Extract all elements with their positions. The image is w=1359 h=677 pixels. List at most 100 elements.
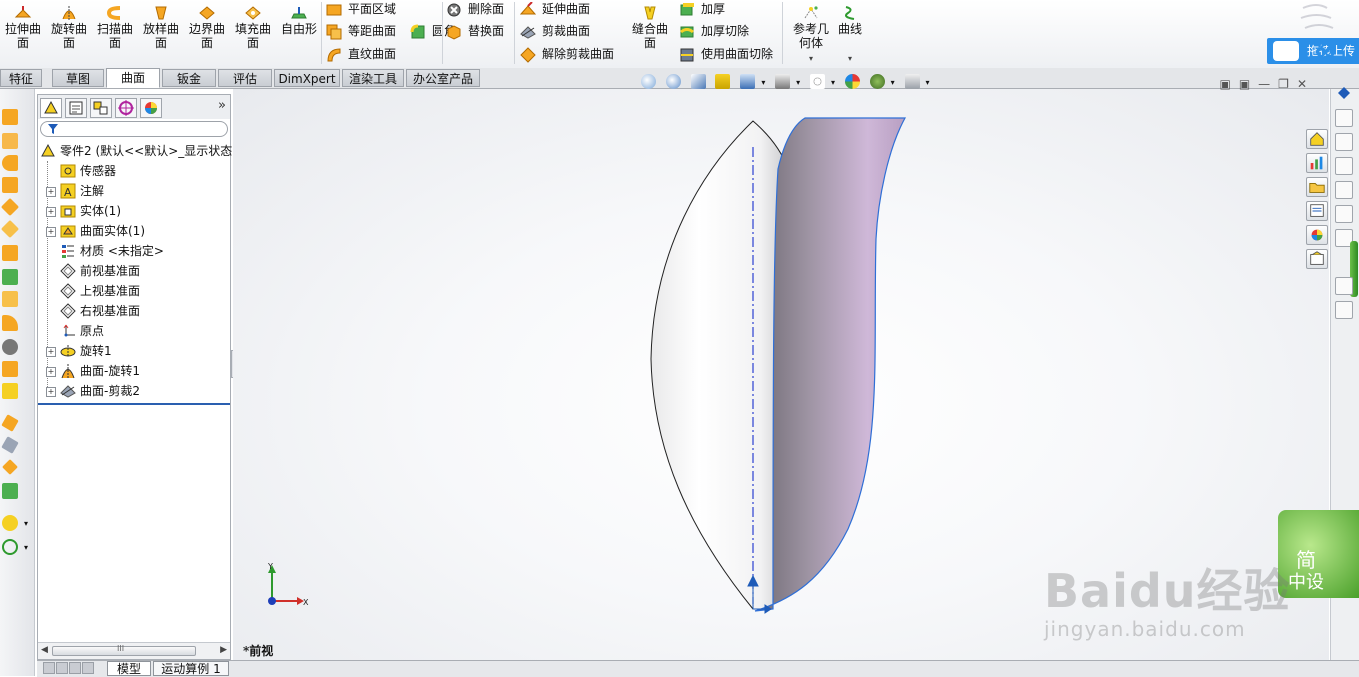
tree-item-revolve1[interactable]: + 旋转1 xyxy=(40,341,230,361)
feature-tree-filter-input[interactable] xyxy=(40,121,228,137)
trimmed-surface-purple[interactable] xyxy=(754,117,907,612)
revolved-surface-button[interactable]: 旋转曲 面 xyxy=(46,4,92,64)
zoom-to-area-icon[interactable] xyxy=(665,74,681,89)
thicken-icon[interactable] xyxy=(2,483,18,499)
tab-motion-study-1[interactable]: 运动算例 1 xyxy=(153,661,229,676)
knit-surface-button[interactable]: 缝合曲 面 xyxy=(628,4,672,64)
tree-item-top-plane[interactable]: 上视基准面 xyxy=(40,281,230,301)
delete-face-icon[interactable] xyxy=(2,339,18,355)
tab-sheet-metal[interactable]: 钣金 xyxy=(162,69,216,87)
expand-plus-icon[interactable]: + xyxy=(46,347,56,357)
expand-plus-icon[interactable]: + xyxy=(46,227,56,237)
previous-view-icon[interactable] xyxy=(690,74,706,89)
dropdown-arrow-icon[interactable]: ▾ xyxy=(24,543,28,552)
file-properties-icon[interactable] xyxy=(1306,201,1328,221)
knit-surface-icon[interactable] xyxy=(2,383,18,399)
scroll-left-icon[interactable]: ◀ xyxy=(41,645,48,655)
dropdown-arrow-icon[interactable]: ▾ xyxy=(926,78,930,87)
home-view-icon[interactable] xyxy=(1306,129,1328,149)
view-settings-icon[interactable] xyxy=(904,74,920,89)
filled-surface-button[interactable]: 填充曲 面 xyxy=(230,4,276,64)
revolved-surface-white[interactable] xyxy=(650,120,789,610)
tab-office-products[interactable]: 办公室产品 xyxy=(406,69,480,87)
rollback-bar[interactable] xyxy=(38,403,230,405)
dropdown-arrow-icon[interactable]: ▾ xyxy=(796,78,800,87)
trim-surface-icon[interactable] xyxy=(1,436,19,454)
cut-with-surface-button[interactable]: 使用曲面切除 xyxy=(679,44,773,64)
next-tab-icon[interactable] xyxy=(69,662,81,674)
prev-tab-icon[interactable] xyxy=(56,662,68,674)
thicken-button[interactable]: 加厚 xyxy=(679,0,725,19)
property-manager-tab[interactable] xyxy=(65,98,87,118)
swept-surface-button[interactable]: 扫描曲 面 xyxy=(92,4,138,64)
planar-surface-button[interactable]: 平面区域 xyxy=(326,0,396,19)
tree-item-surface-trim2[interactable]: + 曲面-剪裁2 xyxy=(40,381,230,401)
open-folder-icon[interactable] xyxy=(1306,177,1328,197)
view-orientation-icon[interactable] xyxy=(740,74,756,89)
custom-props-icon[interactable] xyxy=(1335,277,1353,295)
first-tab-icon[interactable] xyxy=(43,662,55,674)
tab-model[interactable]: 模型 xyxy=(107,661,151,676)
extruded-surface-button[interactable]: 拉伸曲 面 xyxy=(0,4,46,64)
thicken-cut-button[interactable]: 加厚切除 xyxy=(679,21,749,41)
hide-show-items-icon[interactable] xyxy=(810,74,825,89)
reference-geometry-icon[interactable] xyxy=(2,515,18,531)
tree-item-annotations[interactable]: + A 注解 xyxy=(40,181,230,201)
dropdown-arrow-icon[interactable]: ▾ xyxy=(24,519,28,528)
trim-surface-button[interactable]: 剪裁曲面 xyxy=(520,21,590,41)
revolved-surface-icon[interactable] xyxy=(2,133,18,149)
tree-item-sensors[interactable]: 传感器 xyxy=(40,161,230,181)
ruled-surface-button[interactable]: 直纹曲面 xyxy=(326,44,396,64)
tab-render-tools[interactable]: 渲染工具 xyxy=(342,69,404,87)
tree-item-origin[interactable]: 原点 xyxy=(40,321,230,341)
untrim-surface-button[interactable]: 解除剪裁曲面 xyxy=(520,44,614,64)
search-icon[interactable] xyxy=(1335,181,1353,199)
replace-face-icon[interactable] xyxy=(2,361,18,377)
section-view-icon[interactable] xyxy=(715,74,731,89)
dropdown-arrow-icon[interactable]: ▾ xyxy=(834,52,866,66)
design-library-icon[interactable] xyxy=(1335,133,1353,151)
expand-plus-icon[interactable]: + xyxy=(46,387,56,397)
swept-surface-icon[interactable] xyxy=(2,155,18,171)
pin-icon[interactable] xyxy=(1335,85,1353,103)
untrim-surface-icon[interactable] xyxy=(2,459,18,475)
curves-icon[interactable] xyxy=(2,539,18,555)
display-manager-tab[interactable] xyxy=(140,98,162,118)
lofted-surface-icon[interactable] xyxy=(2,177,18,193)
ruled-surface-icon[interactable] xyxy=(2,315,18,331)
apply-scene-icon[interactable] xyxy=(869,74,885,89)
tree-item-surface-revolve1[interactable]: + 曲面-旋转1 xyxy=(40,361,230,381)
view-palette-icon[interactable] xyxy=(1335,205,1353,223)
extend-surface-icon[interactable] xyxy=(1,414,19,432)
toolbox-icon[interactable] xyxy=(1335,109,1353,127)
replace-face-button[interactable]: 替换面 xyxy=(446,21,504,41)
last-tab-icon[interactable] xyxy=(82,662,94,674)
extend-surface-button[interactable]: 延伸曲面 xyxy=(520,0,590,19)
tab-features[interactable]: 特征 xyxy=(0,69,42,87)
boundary-surface-icon[interactable] xyxy=(0,197,20,217)
lofted-surface-button[interactable]: 放样曲 面 xyxy=(138,4,184,64)
expand-plus-icon[interactable]: + xyxy=(46,187,56,197)
custom-properties-icon[interactable] xyxy=(1306,249,1328,269)
freeform-icon[interactable] xyxy=(2,269,18,285)
dropdown-arrow-icon[interactable]: ▾ xyxy=(891,78,895,87)
forum-icon[interactable] xyxy=(1335,301,1353,319)
extruded-surface-icon[interactable] xyxy=(2,109,18,125)
reference-geometry-button[interactable]: 参考几 何体 ▾ xyxy=(788,4,834,64)
dimxpert-manager-tab[interactable] xyxy=(115,98,137,118)
freeform-button[interactable]: 自由形 xyxy=(276,4,322,64)
tree-item-surface-bodies[interactable]: + 曲面实体(1) xyxy=(40,221,230,241)
scroll-thumb[interactable]: III xyxy=(52,644,196,656)
zoom-to-fit-icon[interactable] xyxy=(641,74,656,89)
offset-surface-icon[interactable] xyxy=(2,291,18,307)
tree-item-material[interactable]: 材质 <未指定> xyxy=(40,241,230,261)
dropdown-arrow-icon[interactable]: ▾ xyxy=(761,78,765,87)
edit-appearance-icon[interactable] xyxy=(844,74,860,89)
horizontal-scrollbar[interactable]: ◀ III ▶ xyxy=(38,642,230,659)
feature-tree-tab[interactable] xyxy=(40,98,62,118)
drag-upload-button[interactable]: 拖拽上传 xyxy=(1267,38,1359,64)
display-style-icon[interactable] xyxy=(775,74,791,89)
boundary-surface-button[interactable]: 边界曲 面 xyxy=(184,4,230,64)
tab-sketch[interactable]: 草图 xyxy=(52,69,104,87)
offset-surface-button[interactable]: 等距曲面 xyxy=(326,21,396,41)
